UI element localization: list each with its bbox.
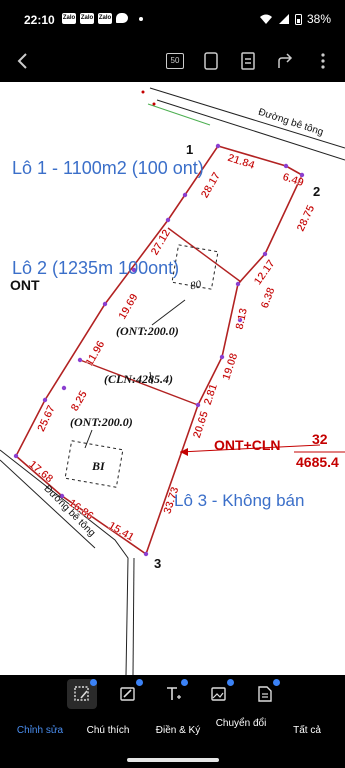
- callout-type: ONT+CLN: [214, 437, 281, 453]
- corner-number: 2: [313, 184, 320, 199]
- road-top-line: [149, 87, 345, 149]
- document-tools-icon: [258, 686, 272, 702]
- status-time: 22:10: [24, 13, 55, 27]
- dimension-label: 11.96: [84, 339, 108, 368]
- image-icon: [211, 687, 226, 701]
- road-label: Đường bê tông: [257, 107, 325, 138]
- system-nav-bar: [0, 750, 345, 768]
- badge-dot-icon: [90, 679, 97, 686]
- lot2-label: Lô 2 (1235m 100ont): [12, 258, 179, 278]
- dimension-label: 28.75: [295, 203, 318, 233]
- all-tools-button[interactable]: [250, 679, 280, 709]
- corner-number: 3: [154, 556, 161, 571]
- share-icon: [278, 53, 293, 68]
- convert-tool-button[interactable]: [204, 679, 234, 709]
- road-bottom-line: [0, 449, 129, 675]
- zalo-notification-icon: Zalo: [98, 13, 112, 24]
- corner-number: 1: [186, 142, 193, 157]
- cln-area: (CLN:4285.4): [104, 372, 173, 386]
- zalo-notification-icon: Zalo: [80, 13, 94, 24]
- marker-dot: [152, 102, 156, 106]
- callout-area: 4685.4: [296, 454, 339, 470]
- badge-dot-icon: [181, 679, 188, 686]
- edit-tool-button[interactable]: [67, 679, 97, 709]
- more-notifications-dot-icon: [139, 17, 143, 21]
- lot3-label: Lô 3 - Không bán: [174, 491, 304, 510]
- annotate-tool-button[interactable]: [113, 679, 143, 709]
- tab-convert[interactable]: Chuyển đổi: [214, 718, 268, 730]
- status-bar: 22:10 Zalo Zalo Zalo 38%: [0, 0, 345, 40]
- fill-sign-tool-button[interactable]: [158, 679, 188, 709]
- dimension-label: 12.17: [252, 258, 278, 287]
- wifi-icon: [259, 14, 272, 24]
- dimension-label: 21.84: [226, 152, 257, 172]
- building-label-80: 80: [189, 278, 202, 292]
- dimension-label: 2.81: [202, 383, 220, 407]
- annotate-icon: [120, 687, 135, 701]
- badge-dot-icon: [136, 679, 143, 686]
- survey-map: 21.84 6.49 28.75 12.17 6.38 28.17 27.12 …: [0, 87, 345, 675]
- back-button[interactable]: [12, 50, 34, 72]
- battery-icon: [294, 14, 302, 25]
- tool-icons-row: [0, 675, 345, 711]
- building-label-bi: BI: [91, 459, 106, 473]
- zalo-notification-icon: Zalo: [62, 13, 76, 24]
- marker-dot: [141, 90, 145, 94]
- signal-icon: [278, 14, 289, 24]
- dimension-label: 27.12: [149, 228, 173, 258]
- edit-text-icon: [74, 686, 89, 701]
- mode-tabs: Chỉnh sửa Chú thích Điền & Ký Chuyển đổi…: [0, 718, 345, 748]
- badge-dot-icon: [273, 679, 280, 686]
- view-mode-button[interactable]: [200, 50, 222, 72]
- home-gesture-handle[interactable]: [127, 758, 219, 762]
- status-right: 38%: [259, 12, 331, 26]
- lot1-label: Lô 1 - 1100m2 (100 ont): [12, 158, 204, 178]
- page-number: 50: [166, 53, 184, 69]
- ont-area-bottom: (ONT:200.0): [70, 415, 133, 429]
- battery-percent: 38%: [306, 12, 331, 26]
- more-options-button[interactable]: [312, 50, 334, 72]
- area-arrow: [84, 429, 93, 449]
- ont-area-top: (ONT:200.0): [116, 324, 179, 338]
- dimension-labels: 21.84 6.49 28.75 12.17 6.38 28.17 27.12 …: [26, 152, 317, 544]
- tab-edit[interactable]: Chỉnh sửa: [8, 725, 72, 737]
- text-t-icon: [167, 687, 181, 700]
- road-bottom-line: [132, 557, 135, 675]
- chat-notification-icon: [116, 13, 128, 23]
- tab-all[interactable]: Tất cả: [275, 725, 339, 737]
- dimension-label: 19.69: [116, 292, 140, 322]
- back-arrow-icon: [17, 53, 27, 69]
- ont-zone-label: ONT: [10, 277, 40, 293]
- page-indicator-button[interactable]: 50: [164, 50, 186, 72]
- dimension-label: 15.41: [106, 520, 136, 544]
- dimension-label: 8.25: [69, 389, 90, 414]
- tab-annotate[interactable]: Chú thích: [76, 725, 140, 737]
- more-vertical-icon: [321, 53, 325, 69]
- reading-mode-icon: [241, 52, 255, 70]
- share-button[interactable]: [274, 50, 296, 72]
- dimension-label: 8.13: [234, 307, 250, 330]
- dimension-label: 25.67: [35, 404, 58, 434]
- document-canvas[interactable]: 21.84 6.49 28.75 12.17 6.38 28.17 27.12 …: [0, 82, 345, 675]
- top-toolbar: 50: [0, 40, 345, 82]
- page-view-icon: [204, 52, 218, 70]
- area-arrow: [151, 299, 186, 326]
- dimension-label: 6.38: [259, 286, 278, 310]
- callout-number: 32: [312, 431, 328, 447]
- tab-fill-sign[interactable]: Điền & Ký: [144, 725, 212, 737]
- reading-mode-button[interactable]: [237, 50, 259, 72]
- badge-dot-icon: [227, 679, 234, 686]
